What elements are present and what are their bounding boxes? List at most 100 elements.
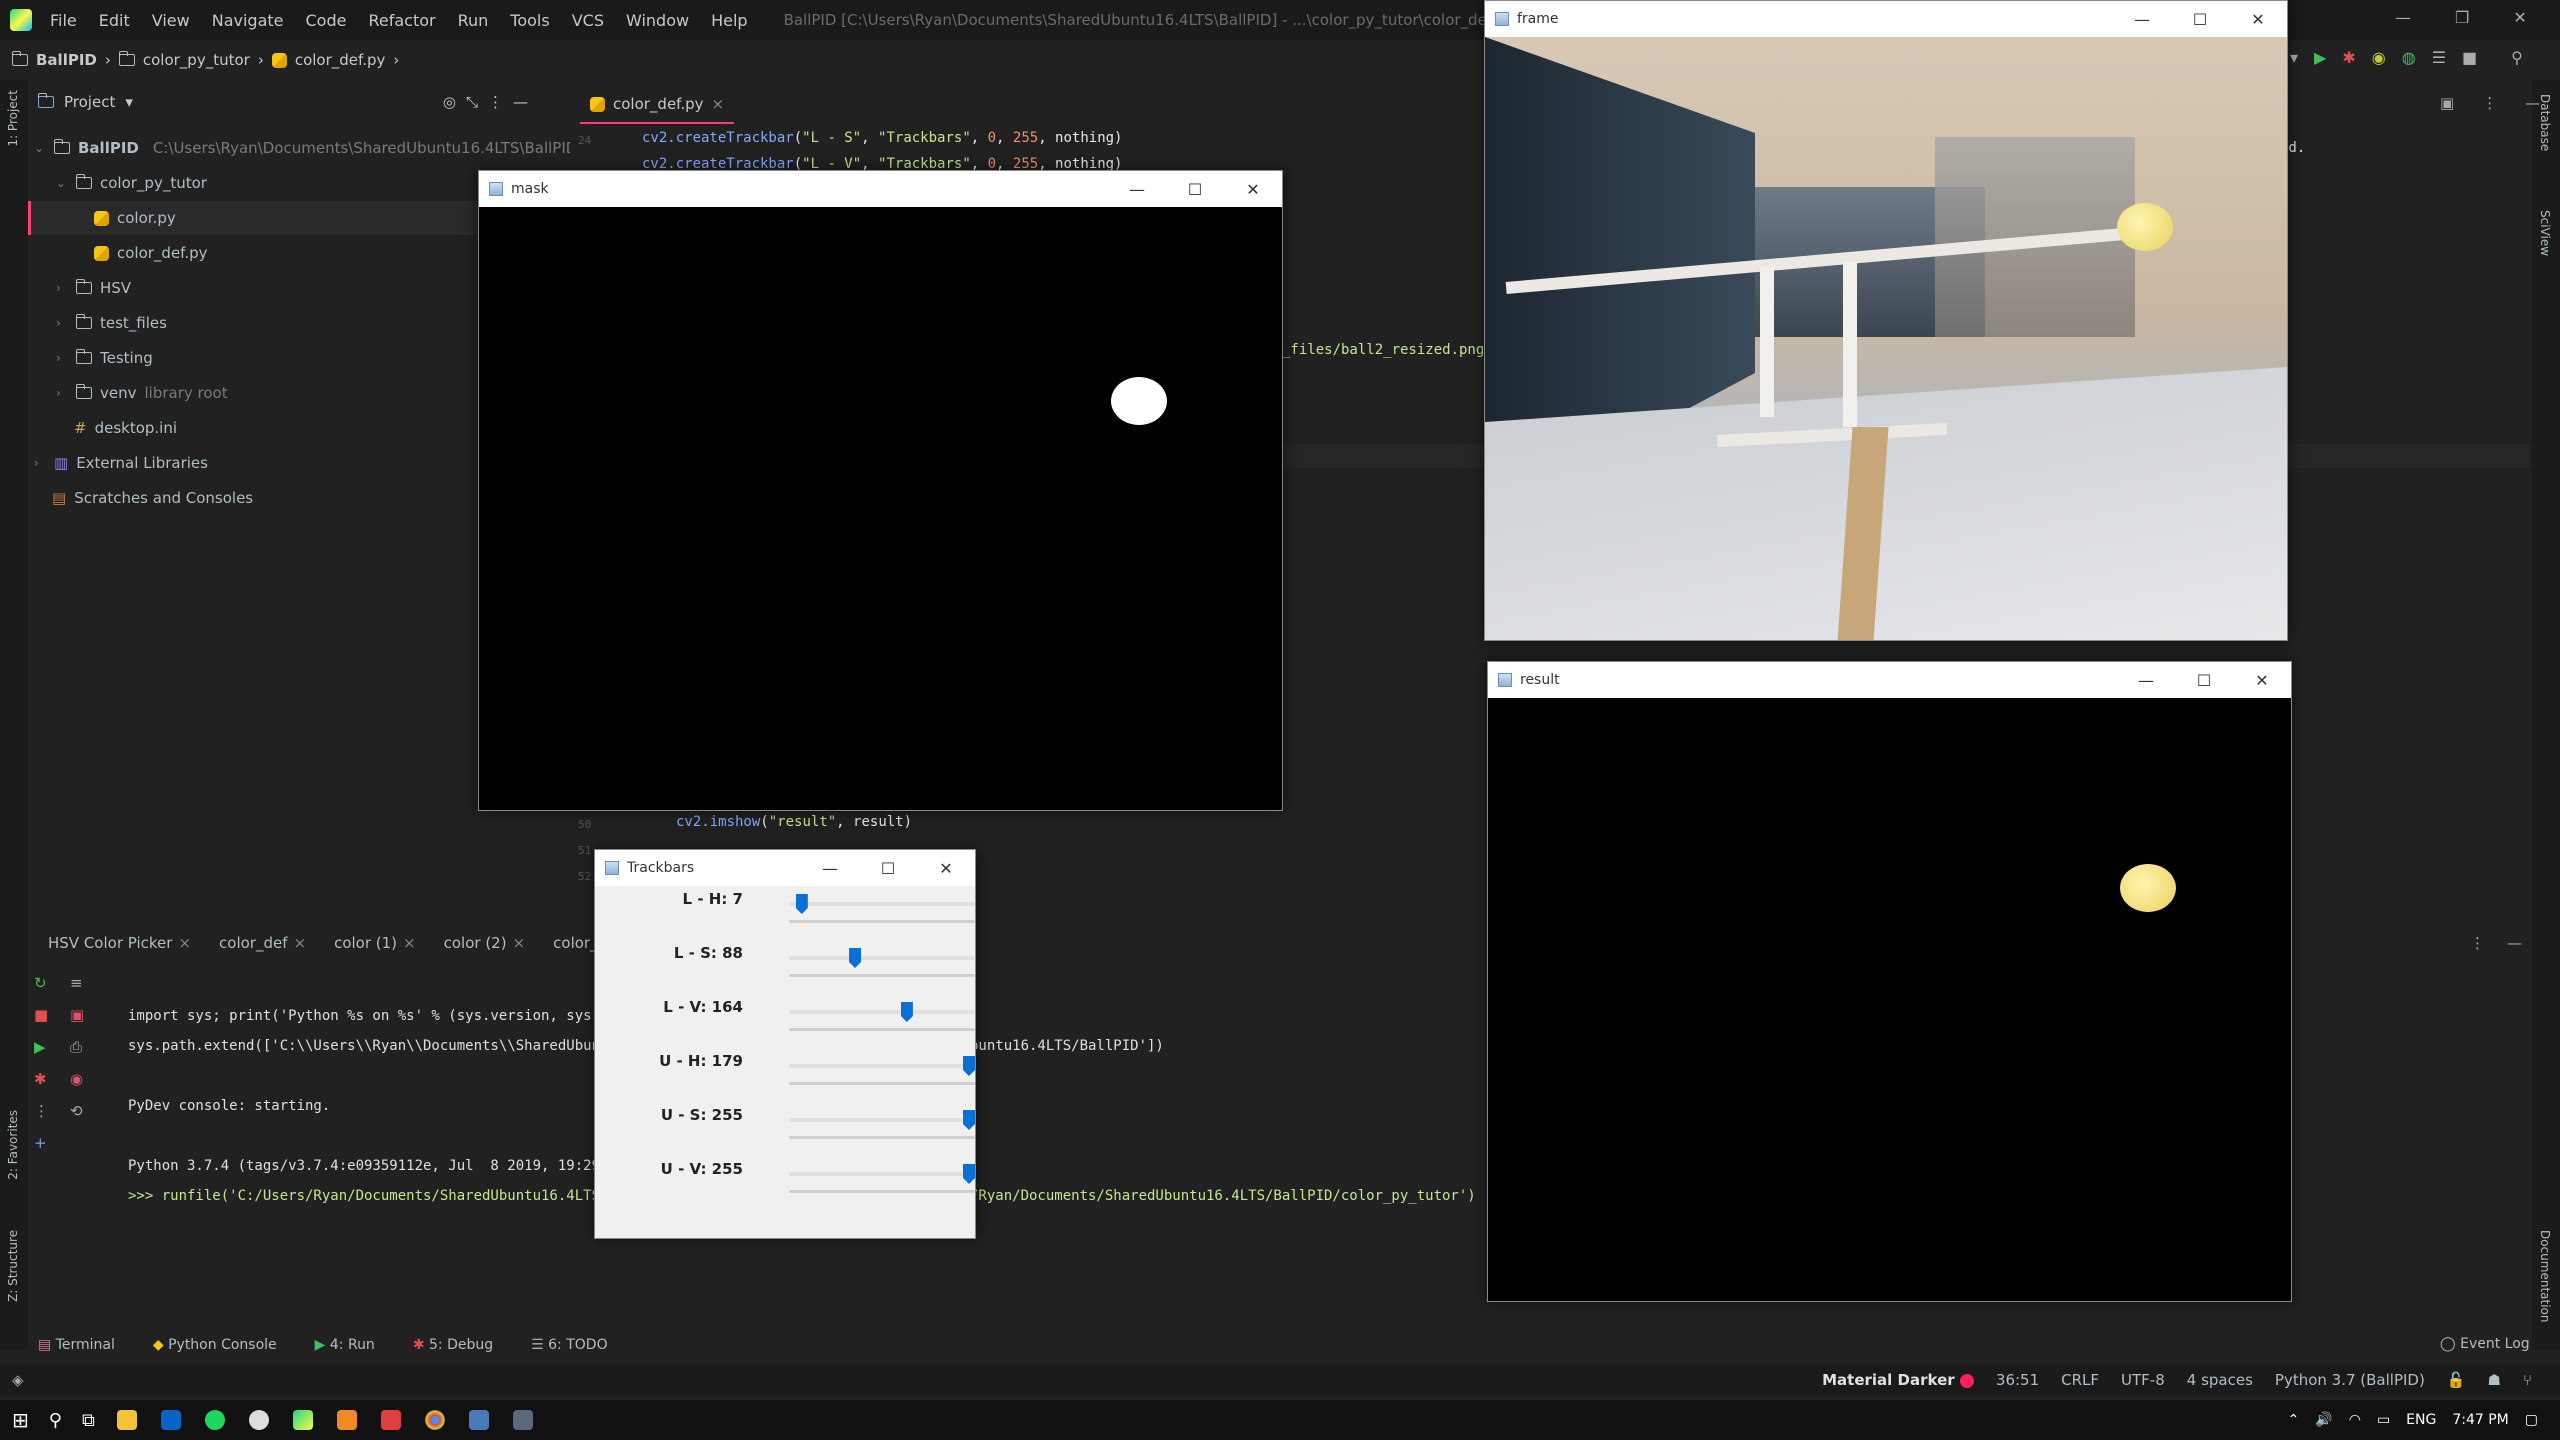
trackbar-0[interactable]: L - H: 7	[609, 890, 975, 944]
trackbar-thumb[interactable]	[963, 1110, 975, 1130]
menu-edit[interactable]: Edit	[99, 11, 130, 30]
terminal-tool-button[interactable]: ▤ Terminal	[38, 1337, 115, 1353]
lock-icon[interactable]: 🔓	[2447, 1371, 2466, 1389]
frame-window[interactable]: frame — ☐ ✕	[1484, 0, 2288, 641]
minimize-icon[interactable]: —	[2117, 671, 2175, 690]
maximize-icon[interactable]: ☐	[2171, 10, 2229, 29]
tree-item-hsv[interactable]: › HSV	[56, 271, 131, 305]
frame-window-titlebar[interactable]: frame — ☐ ✕	[1485, 1, 2287, 37]
volume-icon[interactable]: 🔊	[2315, 1412, 2332, 1428]
battery-icon[interactable]: ▭	[2377, 1412, 2390, 1428]
trackbar-thumb[interactable]	[963, 1164, 975, 1184]
print-icon[interactable]: ⎙	[70, 1038, 84, 1056]
line-separator[interactable]: CRLF	[2061, 1371, 2099, 1389]
trackbar-track[interactable]	[789, 1172, 975, 1176]
project-view-selector[interactable]: Project	[64, 93, 115, 111]
console-tab-color-def[interactable]: color_def ×	[219, 934, 306, 952]
chevron-down-icon[interactable]: ▾	[125, 93, 133, 111]
menu-code[interactable]: Code	[306, 11, 347, 30]
breadcrumb-folder[interactable]: color_py_tutor	[143, 51, 250, 69]
rerun-icon[interactable]: ↻	[34, 974, 49, 992]
trackbar-2[interactable]: L - V: 164	[609, 998, 975, 1052]
trackbar-4[interactable]: U - S: 255	[609, 1106, 975, 1160]
stop-icon[interactable]: ■	[2462, 48, 2477, 67]
trackbar-thumb[interactable]	[849, 948, 862, 968]
todo-tool-button[interactable]: ☰ 6: TODO	[531, 1337, 607, 1353]
close-icon[interactable]: ✕	[917, 859, 975, 878]
trackbar-3[interactable]: U - H: 179	[609, 1052, 975, 1106]
trackbar-thumb[interactable]	[963, 1056, 975, 1076]
git-icon[interactable]: ⑂	[2523, 1371, 2532, 1389]
project-tool-button[interactable]: 1: Project	[6, 90, 20, 147]
tree-item-scratches[interactable]: ▤ Scratches and Consoles	[52, 481, 253, 515]
menu-refactor[interactable]: Refactor	[368, 11, 435, 30]
run-icon[interactable]: ▶	[2314, 48, 2326, 67]
menu-tools[interactable]: Tools	[510, 11, 549, 30]
menu-file[interactable]: File	[50, 11, 77, 30]
task-view-icon[interactable]: ⧉	[82, 1410, 95, 1431]
hide-panel-icon[interactable]: —	[2525, 94, 2540, 112]
more-options-icon[interactable]: ⋮	[34, 1102, 49, 1120]
result-window-titlebar[interactable]: result — ☐ ✕	[1488, 662, 2291, 698]
chevron-up-icon[interactable]: ⌃	[2288, 1412, 2300, 1428]
config-dropdown-icon[interactable]: ▾	[2290, 48, 2298, 67]
split-icon[interactable]: ▣	[2440, 94, 2454, 112]
console-tab-color-1[interactable]: color (1) ×	[334, 934, 416, 952]
wifi-icon[interactable]: ◠	[2349, 1412, 2361, 1428]
editor-tab-color-def[interactable]: color_def.py ×	[580, 86, 735, 124]
close-icon[interactable]: ✕	[2229, 10, 2287, 29]
python-console-tool-button[interactable]: ◆ Python Console	[153, 1337, 277, 1353]
mask-window[interactable]: mask — ☐ ✕	[478, 170, 1283, 811]
close-tab-icon[interactable]: ×	[513, 934, 526, 952]
maximize-icon[interactable]: ☐	[859, 859, 917, 878]
python-icon[interactable]	[512, 1410, 533, 1430]
search-icon[interactable]: ⚲	[49, 1410, 62, 1431]
trackbar-track[interactable]	[789, 1010, 975, 1014]
close-icon[interactable]: ✕	[2513, 8, 2526, 27]
favorites-tool-button[interactable]: 2: Favorites	[6, 1110, 20, 1180]
app-icon[interactable]	[380, 1410, 401, 1430]
debug-tool-button[interactable]: ✱ 5: Debug	[413, 1337, 493, 1353]
add-icon[interactable]: +	[34, 1134, 49, 1152]
spotify-icon[interactable]	[204, 1410, 225, 1430]
event-log-button[interactable]: ◯ Event Log	[2440, 1336, 2530, 1352]
profile-icon[interactable]: ◍	[2402, 48, 2416, 67]
app-icon[interactable]	[248, 1410, 269, 1430]
trackbars-window[interactable]: Trackbars — ☐ ✕ L - H: 7 L - S: 88 L - V: …	[594, 849, 976, 1239]
hide-panel-icon[interactable]: —	[513, 93, 528, 111]
close-icon[interactable]: ✕	[1224, 180, 1282, 199]
console-tab-color-2[interactable]: color (2) ×	[444, 934, 526, 952]
close-tab-icon[interactable]: ×	[178, 934, 191, 952]
outlook-icon[interactable]	[160, 1410, 181, 1430]
maximize-icon[interactable]: ☐	[1166, 180, 1224, 199]
breadcrumb-project[interactable]: BallPID	[36, 51, 97, 69]
sciview-tool-button[interactable]: SciView	[2538, 210, 2552, 256]
hide-panel-icon[interactable]: —	[2507, 934, 2522, 952]
inspector-icon[interactable]: ☗	[2488, 1371, 2501, 1389]
locate-icon[interactable]: ◎	[443, 93, 456, 111]
minimize-icon[interactable]: —	[801, 859, 859, 878]
more-options-icon[interactable]: ⋮	[2470, 934, 2485, 952]
opencv-window-icon[interactable]	[468, 1410, 489, 1430]
soft-wrap-icon[interactable]: ≡	[70, 974, 84, 992]
tree-item-color-py-tutor[interactable]: ⌄ color_py_tutor	[56, 166, 207, 200]
run-icon[interactable]: ▶	[34, 1038, 49, 1056]
debug-icon[interactable]: ✱	[2342, 48, 2355, 67]
trackbar-thumb[interactable]	[900, 1002, 913, 1022]
tree-item-testing[interactable]: › Testing	[56, 341, 153, 375]
file-explorer-icon[interactable]	[116, 1410, 137, 1430]
settings-icon[interactable]: ▣	[70, 1006, 84, 1024]
stop-icon[interactable]: ■	[34, 1006, 49, 1024]
indent-setting[interactable]: 4 spaces	[2187, 1371, 2253, 1389]
close-tab-icon[interactable]: ×	[712, 95, 725, 113]
menu-vcs[interactable]: VCS	[572, 11, 604, 30]
structure-tool-button[interactable]: Z: Structure	[6, 1230, 20, 1302]
menu-view[interactable]: View	[152, 11, 190, 30]
sublime-icon[interactable]	[336, 1410, 357, 1430]
console-tab-hsv-color-picker[interactable]: HSV Color Picker ×	[48, 934, 191, 952]
breadcrumb-file[interactable]: color_def.py	[295, 51, 386, 69]
tree-item-test-files[interactable]: › test_files	[56, 306, 167, 340]
menu-run[interactable]: Run	[458, 11, 489, 30]
menu-window[interactable]: Window	[626, 11, 689, 30]
trackbars-window-titlebar[interactable]: Trackbars — ☐ ✕	[595, 850, 975, 886]
